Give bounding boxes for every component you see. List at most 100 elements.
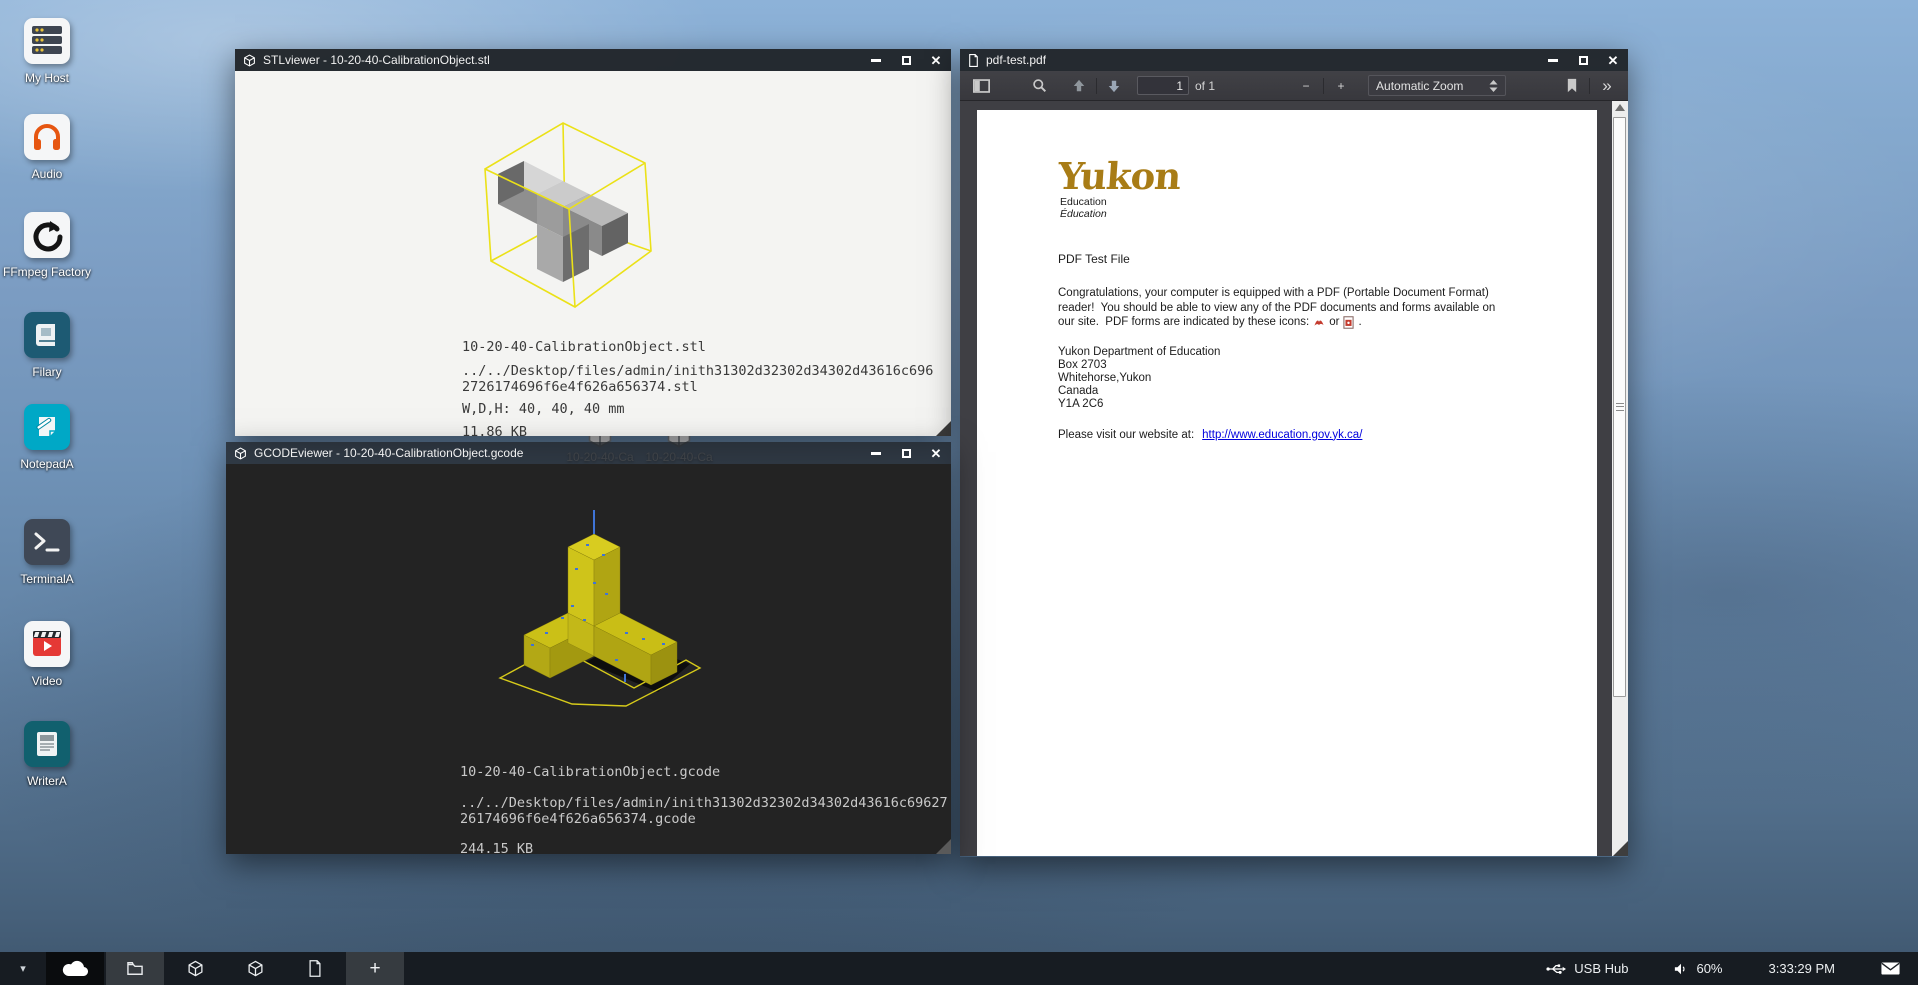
scroll-up-arrow-icon[interactable] — [1615, 104, 1625, 111]
website-link[interactable]: http://www.education.gov.yk.ca/ — [1202, 429, 1362, 441]
stl-3d-model — [457, 111, 687, 321]
maximize-button[interactable] — [1576, 53, 1590, 67]
clock[interactable]: 3:33:29 PM — [1769, 961, 1836, 976]
scrollbar-thumb[interactable] — [1613, 117, 1626, 697]
gcode-path-line1: ../../Desktop/files/admin/inith31302d323… — [460, 795, 948, 811]
usb-status[interactable]: USB Hub — [1546, 961, 1628, 976]
speaker-icon — [1674, 962, 1688, 976]
minimize-button[interactable] — [1546, 53, 1560, 67]
gcode-file-info: 10-20-40-CalibrationObject.gcode ../../D… — [460, 764, 948, 857]
desktop-icon-label: TerminalA — [0, 572, 94, 587]
pdf-paragraph: Congratulations, your computer is equipp… — [1058, 286, 1558, 330]
website-label: Please visit our website at: — [1058, 429, 1194, 441]
notifications-button[interactable] — [1881, 962, 1900, 975]
pdf-document-icon — [968, 54, 979, 67]
zoom-level-value: Automatic Zoom — [1376, 79, 1463, 93]
resize-grip[interactable] — [936, 421, 951, 436]
zoom-out-button[interactable]: − — [1293, 74, 1319, 98]
close-button[interactable]: ✕ — [1606, 53, 1620, 67]
desktop-icon-notepada[interactable]: NotepadA — [0, 404, 94, 472]
volume-status[interactable]: 60% — [1674, 961, 1722, 976]
window-title: STLviewer - 10-20-40-CalibrationObject.s… — [263, 53, 490, 67]
arrow-up-icon — [1072, 79, 1086, 93]
desktop-icon-label: NotepadA — [0, 457, 94, 472]
taskbar-left-group: ▾ — [0, 952, 406, 985]
cube-icon — [234, 447, 247, 460]
stl-path-line1: ../../Desktop/files/admin/inith31302d323… — [462, 363, 933, 379]
cube-icon — [243, 54, 256, 67]
usb-icon — [1546, 963, 1566, 975]
pdf-address-block: Yukon Department of Education Box 2703 W… — [1058, 346, 1558, 412]
gcode-filesize: 244.15 KB — [460, 841, 948, 857]
bookmark-button[interactable] — [1559, 74, 1585, 98]
taskbar-gcodeviewer-button[interactable] — [226, 952, 284, 985]
desktop-icon-label: WriterA — [0, 774, 94, 789]
desktop-icon-filary[interactable]: Filary — [0, 312, 94, 380]
desktop-icon-label: Video — [0, 674, 94, 689]
scrollbar-grip-icon — [1616, 403, 1624, 411]
page-number-input[interactable] — [1137, 76, 1189, 95]
search-button[interactable] — [1026, 74, 1052, 98]
toolbar-separator — [1323, 78, 1324, 94]
desktop-icon-label: My Host — [0, 71, 94, 86]
scrollbar[interactable] — [1612, 101, 1628, 856]
page-count-label: of 1 — [1195, 79, 1215, 93]
window-title: GCODEviewer - 10-20-40-CalibrationObject… — [254, 446, 523, 460]
resize-grip[interactable] — [936, 839, 951, 854]
taskbar: ▾ — [0, 952, 1918, 985]
taskbar-new-window-button[interactable]: + — [346, 952, 404, 985]
yukon-logo: Yukon — [1057, 158, 1560, 194]
writer-document-icon — [24, 721, 70, 767]
pdf-content-area: Yukon Education Éducation PDF Test File … — [960, 101, 1628, 856]
resize-grip[interactable] — [1613, 841, 1628, 856]
stl-viewport[interactable]: 10-20-40-CalibrationObject.stl ../../Des… — [235, 71, 951, 436]
stlviewer-titlebar[interactable]: STLviewer - 10-20-40-CalibrationObject.s… — [235, 49, 951, 71]
headphones-icon — [24, 114, 70, 160]
taskbar-pdf-button[interactable] — [286, 952, 344, 985]
stlviewer-window: STLviewer - 10-20-40-CalibrationObject.s… — [235, 49, 951, 436]
pdf-document-icon — [308, 960, 322, 977]
gcode-path-line2: 26174696f6e4f626a656374.gcode — [460, 811, 948, 827]
minimize-button[interactable] — [869, 53, 883, 67]
close-button[interactable]: ✕ — [929, 446, 943, 460]
stl-path-line2: 2726174696f6e4f626a656374.stl — [462, 379, 933, 395]
maximize-button[interactable] — [899, 446, 913, 460]
maximize-button[interactable] — [899, 53, 913, 67]
page-up-button[interactable] — [1066, 74, 1092, 98]
minimize-button[interactable] — [869, 446, 883, 460]
zoom-in-button[interactable]: + — [1328, 74, 1354, 98]
gcodeviewer-titlebar[interactable]: GCODEviewer - 10-20-40-CalibrationObject… — [226, 442, 951, 464]
video-player-icon — [24, 621, 70, 667]
stl-filesize: 11.86 KB — [462, 424, 933, 440]
page-down-button[interactable] — [1101, 74, 1127, 98]
toolbar-separator — [1096, 78, 1097, 94]
pdf-titlebar[interactable]: pdf-test.pdf ✕ — [960, 49, 1628, 71]
gcode-viewport[interactable]: 10-20-40-CalibrationObject.gcode ../../D… — [226, 464, 951, 854]
close-button[interactable]: ✕ — [929, 53, 943, 67]
more-tools-button[interactable]: » — [1594, 74, 1620, 98]
desktop-icon-my-host[interactable]: My Host — [0, 18, 94, 86]
server-icon — [24, 18, 70, 64]
pdf-page[interactable]: Yukon Education Éducation PDF Test File … — [977, 110, 1597, 856]
taskbar-menu-chevron[interactable]: ▾ — [0, 952, 46, 985]
desktop-icon-terminala[interactable]: TerminalA — [0, 519, 94, 587]
pdf-form-icon — [1343, 316, 1354, 329]
gcode-filename: 10-20-40-CalibrationObject.gcode — [460, 764, 948, 780]
updown-caret-icon — [1489, 80, 1498, 92]
window-title: pdf-test.pdf — [986, 53, 1046, 67]
taskbar-desktop-button[interactable] — [46, 952, 104, 985]
desktop-icon-ffmpeg-factory[interactable]: FFmpeg Factory — [0, 212, 94, 280]
envelope-icon — [1881, 962, 1900, 975]
sidebar-toggle-button[interactable] — [968, 74, 994, 98]
desktop-icon-writera[interactable]: WriterA — [0, 721, 94, 789]
taskbar-file-manager-button[interactable] — [106, 952, 164, 985]
desktop-icon-video[interactable]: Video — [0, 621, 94, 689]
stl-filename: 10-20-40-CalibrationObject.stl — [462, 339, 933, 355]
volume-label: 60% — [1696, 961, 1722, 976]
acrobat-reader-icon — [1313, 316, 1325, 328]
zoom-level-select[interactable]: Automatic Zoom — [1368, 75, 1506, 96]
terminal-prompt-icon — [24, 519, 70, 565]
desktop-icon-audio[interactable]: Audio — [0, 114, 94, 182]
taskbar-stlviewer-button[interactable] — [166, 952, 224, 985]
cloud-icon — [62, 960, 88, 977]
